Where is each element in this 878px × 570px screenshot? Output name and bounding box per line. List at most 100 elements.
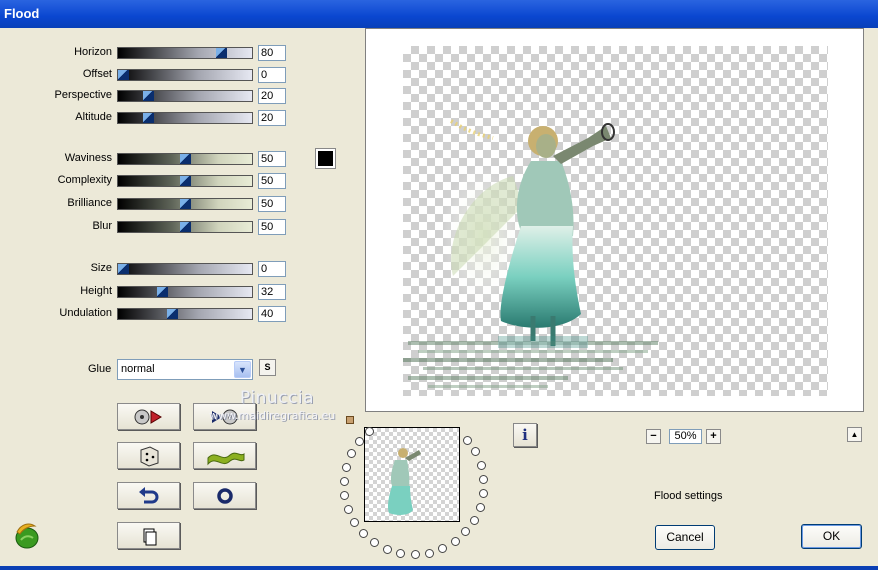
dial-dot[interactable]	[350, 518, 359, 527]
value-field-brilliance[interactable]: 50	[258, 196, 286, 212]
slider-thumb[interactable]	[143, 113, 154, 123]
param-label-complexity: Complexity	[57, 174, 112, 186]
slider-thumb[interactable]	[118, 264, 129, 274]
slider-waviness[interactable]	[117, 153, 253, 165]
window-bottom-border	[0, 566, 878, 570]
slider-thumb[interactable]	[180, 154, 191, 164]
dial-dot[interactable]	[463, 436, 472, 445]
preview-pane[interactable]	[365, 28, 864, 412]
dial-dot[interactable]	[438, 544, 447, 553]
slider-thumb[interactable]	[118, 70, 129, 80]
dial-dot[interactable]	[479, 489, 488, 498]
slider-brilliance[interactable]	[117, 198, 253, 210]
undo-arrow-icon	[139, 487, 159, 504]
param-row-offset: Offset 0	[0, 66, 300, 84]
slider-perspective[interactable]	[117, 90, 253, 102]
slider-thumb[interactable]	[143, 91, 154, 101]
glue-select[interactable]: normal ▼	[117, 359, 253, 380]
slider-offset[interactable]	[117, 69, 253, 81]
zoom-out-button[interactable]: −	[646, 429, 661, 444]
dial-dot[interactable]	[396, 549, 405, 558]
param-row-brilliance: Brilliance 50	[0, 195, 300, 213]
copy-button[interactable]	[117, 522, 180, 549]
dial-dot[interactable]	[383, 545, 392, 554]
cancel-button[interactable]: Cancel	[655, 525, 715, 550]
watermark-url: www.maidiregrafica.eu	[209, 409, 336, 422]
param-label-offset: Offset	[82, 68, 112, 80]
dice-icon	[140, 446, 159, 467]
param-label-brilliance: Brilliance	[67, 197, 112, 209]
wave-button[interactable]	[193, 442, 256, 469]
slider-thumb[interactable]	[180, 199, 191, 209]
value-field-undulation[interactable]: 40	[258, 306, 286, 322]
dial-dot[interactable]	[411, 550, 420, 559]
value-field-altitude[interactable]: 20	[258, 110, 286, 126]
value-field-height[interactable]: 32	[258, 284, 286, 300]
undo-button[interactable]	[117, 482, 180, 509]
slider-complexity[interactable]	[117, 175, 253, 187]
glue-s-button[interactable]: S	[259, 359, 276, 376]
color-swatch[interactable]	[315, 148, 336, 169]
slider-thumb[interactable]	[180, 176, 191, 186]
randomize-button[interactable]	[117, 442, 180, 469]
value-field-size[interactable]: 0	[258, 261, 286, 277]
fairy-image	[403, 119, 658, 388]
value-field-waviness[interactable]: 50	[258, 151, 286, 167]
param-row-size: Size 0	[0, 260, 300, 278]
dial-dot[interactable]	[344, 505, 353, 514]
slider-altitude[interactable]	[117, 112, 253, 124]
dial-dot[interactable]	[340, 477, 349, 486]
window-title: Flood	[0, 0, 878, 28]
dial-dot[interactable]	[479, 475, 488, 484]
film-reel-icon	[134, 409, 162, 425]
param-row-horizon: Horizon 80	[0, 44, 300, 62]
dial-dot[interactable]	[365, 427, 374, 436]
dial-dot[interactable]	[461, 527, 470, 536]
slider-undulation[interactable]	[117, 308, 253, 320]
slider-horizon[interactable]	[117, 47, 253, 59]
value-field-complexity[interactable]: 50	[258, 173, 286, 189]
glue-label: Glue	[88, 363, 112, 375]
dial-dot[interactable]	[370, 538, 379, 547]
param-row-blur: Blur 50	[0, 218, 300, 236]
navigator-thumbnail[interactable]	[364, 427, 460, 522]
param-row-altitude: Altitude 20	[0, 109, 300, 127]
slider-blur[interactable]	[117, 221, 253, 233]
slider-height[interactable]	[117, 286, 253, 298]
param-row-undulation: Undulation 40	[0, 305, 300, 323]
dial-dot[interactable]	[477, 461, 486, 470]
ok-button[interactable]: OK	[801, 524, 862, 549]
info-button[interactable]: i	[513, 423, 537, 447]
slider-size[interactable]	[117, 263, 253, 275]
dial-dot[interactable]	[342, 463, 351, 472]
reset-button[interactable]	[193, 482, 256, 509]
dial-dot[interactable]	[355, 437, 364, 446]
load-preset-button[interactable]	[117, 403, 180, 430]
value-field-horizon[interactable]: 80	[258, 45, 286, 61]
param-row-height: Height 32	[0, 283, 300, 301]
dial-dot[interactable]	[470, 516, 479, 525]
param-label-height: Height	[80, 285, 112, 297]
dial-dot[interactable]	[451, 537, 460, 546]
dial-dot[interactable]	[476, 503, 485, 512]
value-field-blur[interactable]: 50	[258, 219, 286, 235]
navigator-marker[interactable]	[346, 416, 354, 424]
param-label-horizon: Horizon	[74, 46, 112, 58]
slider-thumb[interactable]	[216, 48, 227, 58]
dial-dot[interactable]	[359, 529, 368, 538]
value-field-offset[interactable]: 0	[258, 67, 286, 83]
dial-dot[interactable]	[471, 447, 480, 456]
slider-thumb[interactable]	[180, 222, 191, 232]
zoom-in-button[interactable]: +	[706, 429, 721, 444]
collapse-preview-button[interactable]: ▲	[847, 427, 862, 442]
param-label-waviness: Waviness	[64, 152, 112, 164]
slider-thumb[interactable]	[157, 287, 168, 297]
slider-thumb[interactable]	[167, 309, 178, 319]
dial-dot[interactable]	[347, 449, 356, 458]
wave-icon	[207, 452, 245, 466]
value-field-perspective[interactable]: 20	[258, 88, 286, 104]
chevron-down-icon[interactable]: ▼	[234, 361, 251, 378]
dial-dot[interactable]	[425, 549, 434, 558]
dial-dot[interactable]	[340, 491, 349, 500]
document-icon	[143, 528, 157, 546]
